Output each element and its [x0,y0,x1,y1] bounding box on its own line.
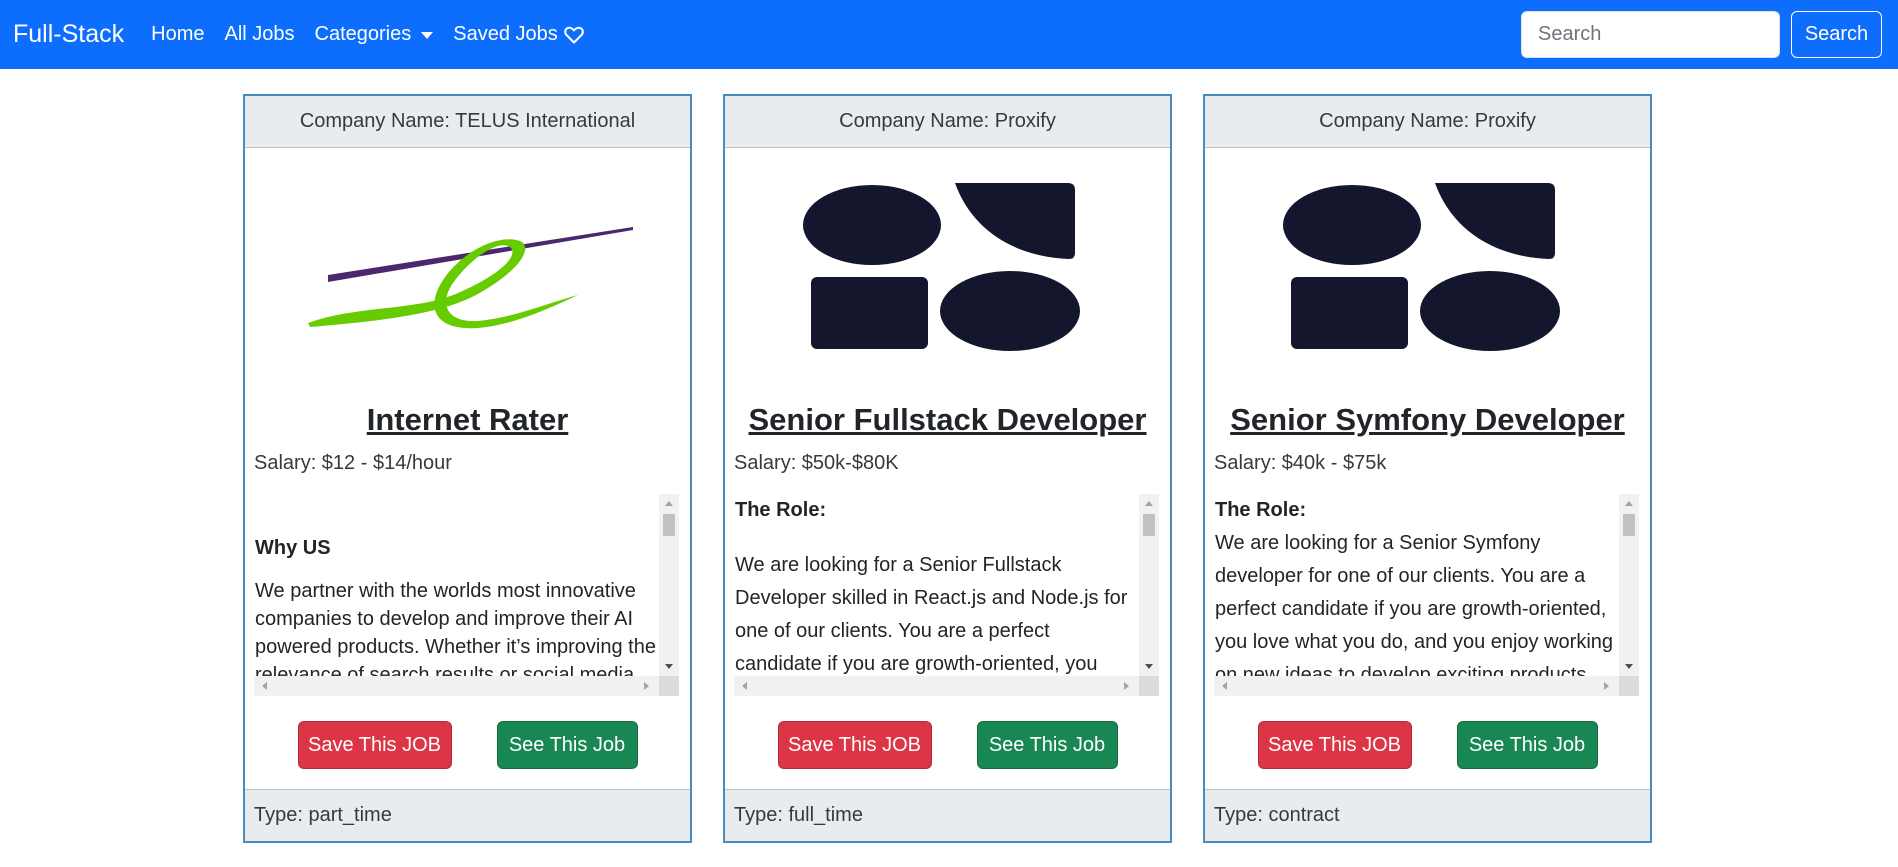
company-logo [245,148,690,388]
vertical-scrollbar[interactable] [1619,494,1639,676]
job-type: Type: part_time [245,789,690,841]
see-job-button[interactable]: See This Job [496,721,638,769]
save-job-button[interactable]: Save This JOB [777,721,932,769]
job-description-box: Why US We partner with the worlds most i… [254,494,679,696]
nav-categories-dropdown[interactable]: Categories [315,23,434,46]
brand-link[interactable]: Full-Stack [13,20,124,49]
description-text: We are looking for a Senior Symfony deve… [1215,532,1614,676]
description-text: We are looking for a Senior Fullstack De… [735,554,1128,675]
nav-home[interactable]: Home [151,23,204,46]
description-heading: Why US [255,537,331,559]
save-job-button[interactable]: Save This JOB [1257,721,1412,769]
horizontal-scrollbar[interactable] [1214,676,1619,696]
job-card: Company Name: Proxify Senior Symfony Dev… [1203,94,1652,843]
telus-international-logo-icon [307,227,633,329]
company-name: Company Name: Proxify [1205,96,1650,148]
see-job-button[interactable]: See This Job [976,721,1118,769]
save-job-button[interactable]: Save This JOB [297,721,452,769]
description-text: We partner with the worlds most innovati… [255,580,656,676]
job-title-link[interactable]: Senior Symfony Developer [1205,402,1650,438]
navbar: Full-Stack Home All Jobs Categories Save… [0,0,1898,69]
description-heading: The Role: [735,499,827,521]
search-form: Search [1521,11,1882,58]
proxify-logo-icon [1282,183,1560,351]
job-description: The Role: We are looking for a Senior Fu… [734,494,1139,676]
proxify-logo-icon [802,183,1080,351]
description-heading: The Role: [1215,499,1307,521]
job-description: The Role: We are looking for a Senior Sy… [1214,494,1619,676]
nav-categories-label: Categories [314,23,412,45]
nav-all-jobs[interactable]: All Jobs [225,23,295,46]
horizontal-scrollbar[interactable] [254,676,659,696]
salary-text: Salary: $12 - $14/hour [254,452,452,474]
search-button[interactable]: Search [1791,11,1882,58]
salary-text: Salary: $40k - $75k [1214,452,1387,474]
job-card: Company Name: TELUS International Intern… [243,94,692,843]
job-type: Type: full_time [725,789,1170,841]
job-type: Type: contract [1205,789,1650,841]
caret-down-icon [421,32,434,39]
company-name: Company Name: Proxify [725,96,1170,148]
job-description-box: The Role: We are looking for a Senior Sy… [1214,494,1639,696]
heart-icon [563,26,584,44]
see-job-button[interactable]: See This Job [1456,721,1598,769]
company-logo [725,148,1170,388]
nav-saved-jobs[interactable]: Saved Jobs [453,23,584,46]
job-title-link[interactable]: Internet Rater [245,402,690,438]
company-logo [1205,148,1650,388]
nav-saved-jobs-label: Saved Jobs [453,23,558,45]
card-actions: Save This JOB See This Job [725,721,1170,769]
company-name: Company Name: TELUS International [245,96,690,148]
job-description: Why US We partner with the worlds most i… [254,494,659,676]
job-card: Company Name: Proxify Senior Fullstack D… [723,94,1172,843]
card-actions: Save This JOB See This Job [245,721,690,769]
vertical-scrollbar[interactable] [659,494,679,676]
salary-text: Salary: $50k-$80K [734,452,899,474]
search-input[interactable] [1521,11,1780,58]
vertical-scrollbar[interactable] [1139,494,1159,676]
card-actions: Save This JOB See This Job [1205,721,1650,769]
horizontal-scrollbar[interactable] [734,676,1139,696]
job-description-box: The Role: We are looking for a Senior Fu… [734,494,1159,696]
job-title-link[interactable]: Senior Fullstack Developer [725,402,1170,438]
